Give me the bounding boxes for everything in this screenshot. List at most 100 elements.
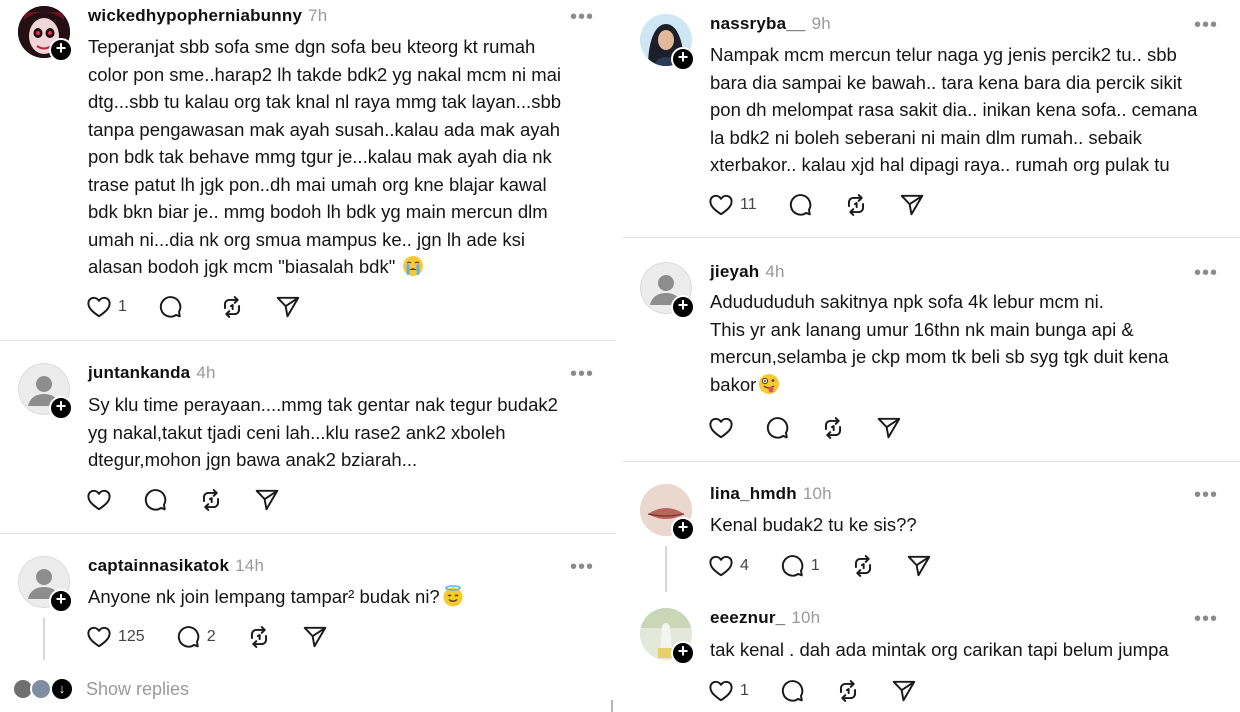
- comment-bubble-icon: [779, 678, 805, 704]
- username[interactable]: juntankanda: [88, 363, 190, 382]
- follow-plus-icon[interactable]: +: [49, 589, 73, 613]
- follow-plus-icon[interactable]: +: [671, 641, 695, 665]
- reply-button[interactable]: 2: [175, 624, 216, 650]
- post-text: Kenal budak2 tu ke sis??: [710, 514, 917, 535]
- loudly-crying-face-icon: [402, 255, 424, 277]
- username-row: lina_hmdh 10h: [710, 484, 832, 504]
- heart-icon: [708, 553, 734, 579]
- comment-bubble-icon: [779, 553, 805, 579]
- zany-face-icon: [758, 373, 780, 395]
- repost-button[interactable]: [835, 678, 861, 704]
- repost-button[interactable]: [843, 192, 869, 218]
- like-button[interactable]: 1: [708, 678, 749, 704]
- thread-line: [665, 546, 667, 592]
- reply-post: + eeeznur_ 10h ••• tak kenal . dah ada mi…: [622, 592, 1240, 712]
- username[interactable]: nassryba__: [710, 14, 806, 33]
- send-icon: [302, 624, 328, 650]
- more-options-icon[interactable]: •••: [570, 7, 594, 27]
- share-button[interactable]: [876, 415, 902, 441]
- comment-bubble-icon: [787, 192, 813, 218]
- follow-plus-icon[interactable]: +: [49, 38, 73, 62]
- like-count: 11: [740, 196, 757, 213]
- show-replies-row[interactable]: ↓ Show replies: [12, 676, 189, 702]
- follow-plus-icon[interactable]: +: [49, 396, 73, 420]
- like-button[interactable]: 1: [86, 294, 127, 320]
- follow-plus-icon[interactable]: +: [671, 47, 695, 71]
- post-time: 14h: [235, 556, 265, 575]
- repost-button[interactable]: [850, 553, 876, 579]
- send-icon: [899, 192, 925, 218]
- like-button[interactable]: [86, 487, 112, 513]
- more-options-icon[interactable]: •••: [1194, 263, 1218, 283]
- post-actions: 4 1: [708, 551, 962, 581]
- thread-line: [43, 618, 45, 660]
- username[interactable]: lina_hmdh: [710, 484, 797, 503]
- reply-button[interactable]: 1: [779, 553, 820, 579]
- repost-icon: [219, 294, 245, 320]
- share-button[interactable]: [275, 294, 301, 320]
- repost-icon: [820, 415, 846, 441]
- username[interactable]: captainnasikatok: [88, 556, 229, 575]
- username[interactable]: eeeznur_: [710, 608, 785, 627]
- post-text: Adudududuh sakitnya npk sofa 4k lebur mc…: [710, 288, 1220, 398]
- post-text: tak kenal . dah ada mintak org carikan t…: [710, 639, 1169, 660]
- like-button[interactable]: 125: [86, 624, 145, 650]
- username-row: wickedhypopherniabunny 7h: [88, 6, 327, 26]
- heart-icon: [86, 294, 112, 320]
- like-button[interactable]: 4: [708, 553, 749, 579]
- reply-post: + lina_hmdh 10h ••• Kenal budak2 tu ke si…: [622, 462, 1240, 592]
- post-time: 7h: [308, 6, 328, 25]
- send-icon: [254, 487, 280, 513]
- send-icon: [876, 415, 902, 441]
- reply-button[interactable]: [157, 294, 189, 320]
- share-button[interactable]: [302, 624, 328, 650]
- heart-icon: [708, 678, 734, 704]
- reply-button[interactable]: [779, 678, 805, 704]
- username[interactable]: wickedhypopherniabunny: [88, 6, 302, 25]
- more-options-icon[interactable]: •••: [1194, 609, 1218, 629]
- reply-button[interactable]: [787, 192, 813, 218]
- more-options-icon[interactable]: •••: [570, 364, 594, 384]
- follow-plus-icon[interactable]: +: [671, 517, 695, 541]
- follow-plus-icon[interactable]: +: [671, 295, 695, 319]
- heart-icon: [86, 487, 112, 513]
- username[interactable]: jieyah: [710, 262, 759, 281]
- repost-button[interactable]: [198, 487, 224, 513]
- post-text-body: Teperanjat sbb sofa sme dgn sofa beu kte…: [88, 36, 562, 277]
- share-button[interactable]: [891, 678, 917, 704]
- post-time: 4h: [196, 363, 216, 382]
- like-button[interactable]: 11: [708, 192, 757, 218]
- reply-post: + wickedhypopherniabunny 7h ••• Teperanja…: [0, 0, 616, 340]
- post-time: 10h: [802, 484, 832, 503]
- username-row: jieyah 4h: [710, 262, 785, 282]
- scroll-indicator[interactable]: [611, 700, 613, 712]
- share-button[interactable]: [906, 553, 932, 579]
- post-text: Anyone nk join lempang tampar² budak ni?: [88, 583, 596, 611]
- repost-icon: [198, 487, 224, 513]
- comment-bubble-icon: [157, 294, 183, 320]
- reply-post: + nassryba__ 9h ••• Nampak mcm mercun tel…: [622, 0, 1240, 237]
- reply-button[interactable]: [764, 415, 790, 441]
- like-button[interactable]: [708, 415, 734, 441]
- heart-icon: [86, 624, 112, 650]
- reply-button[interactable]: [142, 487, 168, 513]
- right-thread-column: + nassryba__ 9h ••• Nampak mcm mercun tel…: [622, 0, 1240, 712]
- repost-button[interactable]: [820, 415, 846, 441]
- more-options-icon[interactable]: •••: [570, 557, 594, 577]
- comment-bubble-icon: [764, 415, 790, 441]
- repost-button[interactable]: [246, 624, 272, 650]
- repost-button[interactable]: [219, 294, 245, 320]
- like-count: 125: [118, 628, 145, 645]
- left-thread-column: + wickedhypopherniabunny 7h ••• Teperanja…: [0, 0, 616, 712]
- post-actions: 125 2: [86, 622, 358, 652]
- post-text-body: Anyone nk join lempang tampar² budak ni?: [88, 586, 440, 607]
- share-button[interactable]: [899, 192, 925, 218]
- post-text: Teperanjat sbb sofa sme dgn sofa beu kte…: [88, 33, 596, 281]
- more-options-icon[interactable]: •••: [1194, 485, 1218, 505]
- share-button[interactable]: [254, 487, 280, 513]
- post-time: 9h: [811, 14, 831, 33]
- more-options-icon[interactable]: •••: [1194, 15, 1218, 35]
- reply-post: + jieyah 4h ••• Adudududuh sakitnya npk s…: [622, 238, 1240, 461]
- repost-icon: [246, 624, 272, 650]
- show-replies-link[interactable]: Show replies: [86, 679, 189, 700]
